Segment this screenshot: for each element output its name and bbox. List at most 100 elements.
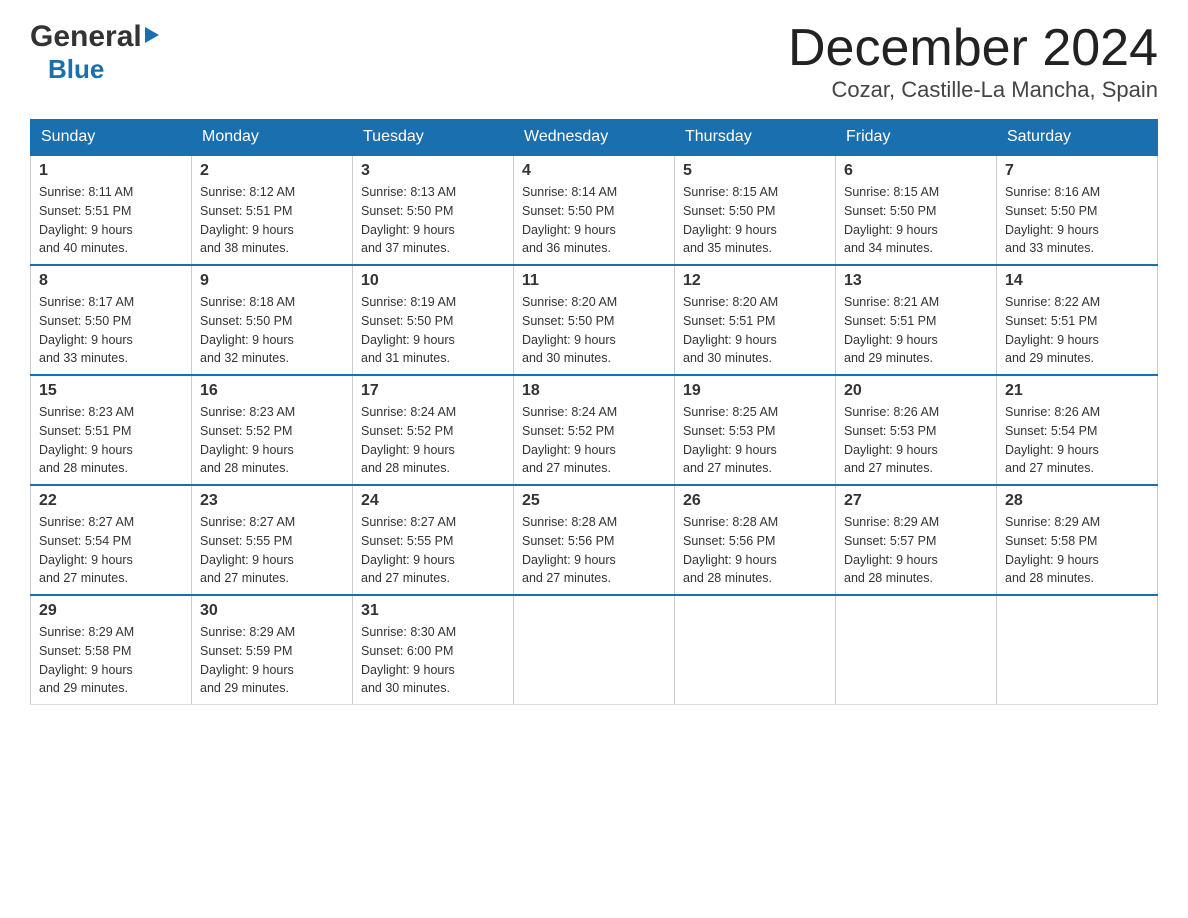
calendar-week-1: 1 Sunrise: 8:11 AM Sunset: 5:51 PM Dayli…: [31, 155, 1158, 265]
day-number: 18: [522, 382, 666, 400]
calendar-cell: 4 Sunrise: 8:14 AM Sunset: 5:50 PM Dayli…: [514, 155, 675, 265]
day-number: 24: [361, 492, 505, 510]
day-info: Sunrise: 8:26 AM Sunset: 5:54 PM Dayligh…: [1005, 403, 1149, 478]
calendar-cell: [836, 595, 997, 705]
day-number: 20: [844, 382, 988, 400]
calendar-cell: 6 Sunrise: 8:15 AM Sunset: 5:50 PM Dayli…: [836, 155, 997, 265]
day-number: 12: [683, 272, 827, 290]
calendar-subtitle: Cozar, Castille-La Mancha, Spain: [788, 77, 1158, 103]
day-number: 13: [844, 272, 988, 290]
calendar-cell: 3 Sunrise: 8:13 AM Sunset: 5:50 PM Dayli…: [353, 155, 514, 265]
day-header-thursday: Thursday: [675, 120, 836, 156]
calendar-cell: 29 Sunrise: 8:29 AM Sunset: 5:58 PM Dayl…: [31, 595, 192, 705]
calendar-cell: 14 Sunrise: 8:22 AM Sunset: 5:51 PM Dayl…: [997, 265, 1158, 375]
calendar-cell: [997, 595, 1158, 705]
day-number: 19: [683, 382, 827, 400]
calendar-cell: 30 Sunrise: 8:29 AM Sunset: 5:59 PM Dayl…: [192, 595, 353, 705]
day-number: 10: [361, 272, 505, 290]
day-info: Sunrise: 8:12 AM Sunset: 5:51 PM Dayligh…: [200, 183, 344, 258]
calendar-cell: 23 Sunrise: 8:27 AM Sunset: 5:55 PM Dayl…: [192, 485, 353, 595]
calendar-cell: 2 Sunrise: 8:12 AM Sunset: 5:51 PM Dayli…: [192, 155, 353, 265]
day-number: 25: [522, 492, 666, 510]
day-info: Sunrise: 8:21 AM Sunset: 5:51 PM Dayligh…: [844, 293, 988, 368]
calendar-week-3: 15 Sunrise: 8:23 AM Sunset: 5:51 PM Dayl…: [31, 375, 1158, 485]
day-number: 2: [200, 162, 344, 180]
day-number: 21: [1005, 382, 1149, 400]
day-info: Sunrise: 8:24 AM Sunset: 5:52 PM Dayligh…: [522, 403, 666, 478]
day-info: Sunrise: 8:26 AM Sunset: 5:53 PM Dayligh…: [844, 403, 988, 478]
calendar-week-5: 29 Sunrise: 8:29 AM Sunset: 5:58 PM Dayl…: [31, 595, 1158, 705]
day-info: Sunrise: 8:28 AM Sunset: 5:56 PM Dayligh…: [683, 513, 827, 588]
day-info: Sunrise: 8:14 AM Sunset: 5:50 PM Dayligh…: [522, 183, 666, 258]
day-number: 27: [844, 492, 988, 510]
calendar-cell: 9 Sunrise: 8:18 AM Sunset: 5:50 PM Dayli…: [192, 265, 353, 375]
calendar-cell: [675, 595, 836, 705]
day-number: 4: [522, 162, 666, 180]
day-header-wednesday: Wednesday: [514, 120, 675, 156]
calendar-cell: 15 Sunrise: 8:23 AM Sunset: 5:51 PM Dayl…: [31, 375, 192, 485]
day-number: 5: [683, 162, 827, 180]
day-header-monday: Monday: [192, 120, 353, 156]
calendar-cell: 12 Sunrise: 8:20 AM Sunset: 5:51 PM Dayl…: [675, 265, 836, 375]
logo-blue-text: Blue: [48, 54, 104, 84]
calendar-cell: 27 Sunrise: 8:29 AM Sunset: 5:57 PM Dayl…: [836, 485, 997, 595]
day-info: Sunrise: 8:20 AM Sunset: 5:50 PM Dayligh…: [522, 293, 666, 368]
calendar-cell: 16 Sunrise: 8:23 AM Sunset: 5:52 PM Dayl…: [192, 375, 353, 485]
day-number: 30: [200, 602, 344, 620]
day-number: 16: [200, 382, 344, 400]
day-info: Sunrise: 8:29 AM Sunset: 5:59 PM Dayligh…: [200, 623, 344, 698]
calendar-cell: 10 Sunrise: 8:19 AM Sunset: 5:50 PM Dayl…: [353, 265, 514, 375]
day-number: 6: [844, 162, 988, 180]
day-number: 14: [1005, 272, 1149, 290]
logo-arrow-icon: [145, 27, 159, 43]
day-info: Sunrise: 8:30 AM Sunset: 6:00 PM Dayligh…: [361, 623, 505, 698]
calendar-title: December 2024: [788, 20, 1158, 77]
calendar-cell: 17 Sunrise: 8:24 AM Sunset: 5:52 PM Dayl…: [353, 375, 514, 485]
day-info: Sunrise: 8:27 AM Sunset: 5:55 PM Dayligh…: [200, 513, 344, 588]
calendar-header-row: SundayMondayTuesdayWednesdayThursdayFrid…: [31, 120, 1158, 156]
calendar-cell: [514, 595, 675, 705]
calendar-cell: 1 Sunrise: 8:11 AM Sunset: 5:51 PM Dayli…: [31, 155, 192, 265]
day-number: 3: [361, 162, 505, 180]
logo: General Blue: [30, 20, 159, 85]
day-info: Sunrise: 8:24 AM Sunset: 5:52 PM Dayligh…: [361, 403, 505, 478]
day-number: 17: [361, 382, 505, 400]
page-header: General Blue December 2024 Cozar, Castil…: [30, 20, 1158, 103]
day-info: Sunrise: 8:15 AM Sunset: 5:50 PM Dayligh…: [844, 183, 988, 258]
calendar-cell: 28 Sunrise: 8:29 AM Sunset: 5:58 PM Dayl…: [997, 485, 1158, 595]
day-info: Sunrise: 8:27 AM Sunset: 5:55 PM Dayligh…: [361, 513, 505, 588]
title-block: December 2024 Cozar, Castille-La Mancha,…: [788, 20, 1158, 103]
calendar-week-4: 22 Sunrise: 8:27 AM Sunset: 5:54 PM Dayl…: [31, 485, 1158, 595]
day-number: 1: [39, 162, 183, 180]
calendar-cell: 24 Sunrise: 8:27 AM Sunset: 5:55 PM Dayl…: [353, 485, 514, 595]
day-header-sunday: Sunday: [31, 120, 192, 156]
day-number: 9: [200, 272, 344, 290]
day-number: 23: [200, 492, 344, 510]
day-info: Sunrise: 8:22 AM Sunset: 5:51 PM Dayligh…: [1005, 293, 1149, 368]
calendar-cell: 19 Sunrise: 8:25 AM Sunset: 5:53 PM Dayl…: [675, 375, 836, 485]
day-info: Sunrise: 8:27 AM Sunset: 5:54 PM Dayligh…: [39, 513, 183, 588]
calendar-table: SundayMondayTuesdayWednesdayThursdayFrid…: [30, 119, 1158, 705]
day-header-tuesday: Tuesday: [353, 120, 514, 156]
calendar-cell: 13 Sunrise: 8:21 AM Sunset: 5:51 PM Dayl…: [836, 265, 997, 375]
day-info: Sunrise: 8:18 AM Sunset: 5:50 PM Dayligh…: [200, 293, 344, 368]
day-info: Sunrise: 8:19 AM Sunset: 5:50 PM Dayligh…: [361, 293, 505, 368]
day-info: Sunrise: 8:23 AM Sunset: 5:52 PM Dayligh…: [200, 403, 344, 478]
calendar-cell: 11 Sunrise: 8:20 AM Sunset: 5:50 PM Dayl…: [514, 265, 675, 375]
day-header-saturday: Saturday: [997, 120, 1158, 156]
day-info: Sunrise: 8:25 AM Sunset: 5:53 PM Dayligh…: [683, 403, 827, 478]
day-header-friday: Friday: [836, 120, 997, 156]
calendar-cell: 8 Sunrise: 8:17 AM Sunset: 5:50 PM Dayli…: [31, 265, 192, 375]
logo-general-text: General: [30, 20, 142, 54]
day-info: Sunrise: 8:13 AM Sunset: 5:50 PM Dayligh…: [361, 183, 505, 258]
day-number: 28: [1005, 492, 1149, 510]
day-info: Sunrise: 8:29 AM Sunset: 5:57 PM Dayligh…: [844, 513, 988, 588]
day-info: Sunrise: 8:28 AM Sunset: 5:56 PM Dayligh…: [522, 513, 666, 588]
calendar-cell: 21 Sunrise: 8:26 AM Sunset: 5:54 PM Dayl…: [997, 375, 1158, 485]
day-info: Sunrise: 8:20 AM Sunset: 5:51 PM Dayligh…: [683, 293, 827, 368]
day-info: Sunrise: 8:23 AM Sunset: 5:51 PM Dayligh…: [39, 403, 183, 478]
calendar-cell: 26 Sunrise: 8:28 AM Sunset: 5:56 PM Dayl…: [675, 485, 836, 595]
calendar-cell: 22 Sunrise: 8:27 AM Sunset: 5:54 PM Dayl…: [31, 485, 192, 595]
calendar-cell: 18 Sunrise: 8:24 AM Sunset: 5:52 PM Dayl…: [514, 375, 675, 485]
day-info: Sunrise: 8:29 AM Sunset: 5:58 PM Dayligh…: [39, 623, 183, 698]
